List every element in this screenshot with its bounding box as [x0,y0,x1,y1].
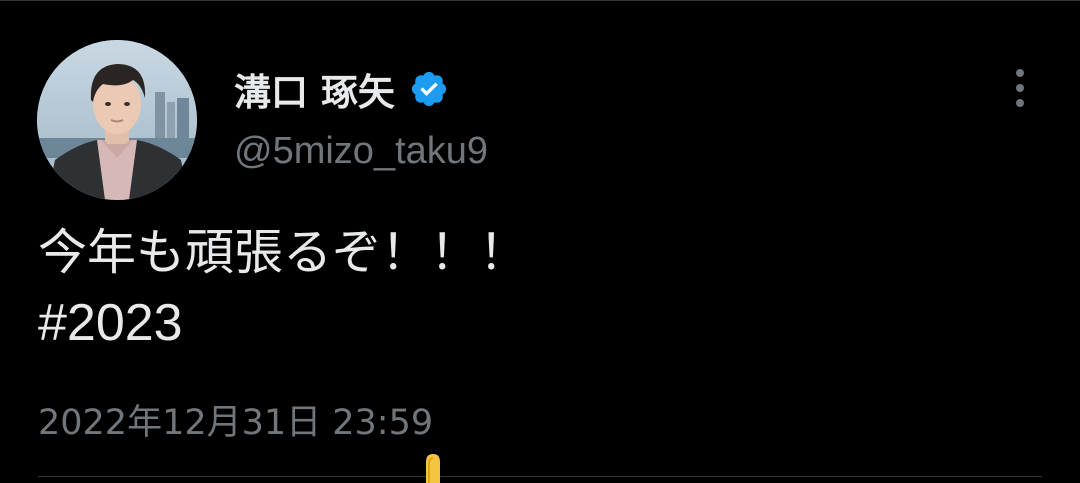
tweet-text-line: 今年も頑張るぞ！！！ [38,224,529,281]
more-dot [1016,99,1024,107]
bottom-divider [38,476,1042,477]
author-name-row[interactable]: 溝口 琢矢 [234,64,449,114]
more-dot [1016,84,1024,92]
tweet-text: 今年も頑張るぞ！！！ #2023 [38,218,528,358]
hashtag-link[interactable]: #2023 [38,288,528,358]
more-dot [1016,69,1024,77]
verified-badge-icon[interactable] [409,69,449,109]
display-name[interactable]: 溝口 琢矢 [234,62,395,116]
more-options-icon[interactable] [1000,66,1040,110]
tweet-timestamp[interactable]: 2022年12月31日 23:59 [38,394,433,445]
pointing-hand-icon [426,454,440,483]
author-handle[interactable]: @5mizo_taku9 [234,130,488,173]
avatar[interactable] [37,40,197,200]
top-divider [0,0,1080,1]
avatar-photo [37,40,197,200]
